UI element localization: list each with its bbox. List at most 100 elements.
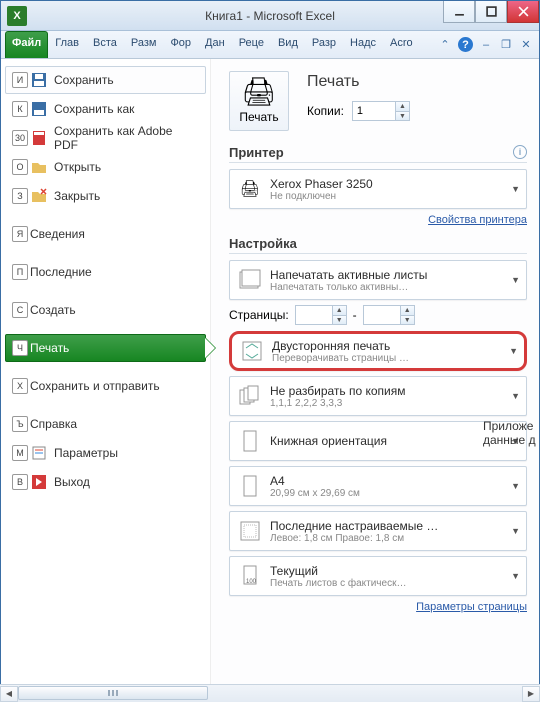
open-icon: [30, 159, 48, 175]
spin-up-icon[interactable]: ▲: [395, 102, 409, 111]
menu-label: Сохранить: [54, 73, 114, 87]
margins-dropdown[interactable]: Последние настраиваемые … Левое: 1,8 см …: [229, 511, 527, 551]
menu-options[interactable]: М Параметры: [5, 439, 206, 467]
printer-dropdown[interactable]: 🖨 Xerox Phaser 3250 Не подключен ▼: [229, 169, 527, 209]
tab-data[interactable]: Дан: [198, 31, 232, 58]
tab-layout[interactable]: Разм: [124, 31, 164, 58]
dd-sub: 20,99 см x 29,69 см: [270, 488, 507, 499]
copies-spinner[interactable]: ▲ ▼: [352, 101, 410, 121]
scroll-left-button[interactable]: ◀: [0, 686, 18, 702]
doc-minimize-icon[interactable]: –: [479, 38, 493, 52]
print-button[interactable]: 🖨 Печать: [229, 71, 289, 131]
duplex-dropdown[interactable]: Двусторонняя печать Переворачивать стран…: [229, 331, 527, 371]
key-hint: С: [12, 302, 28, 318]
saveas-icon: [30, 101, 48, 117]
doc-restore-icon[interactable]: ❐: [499, 38, 513, 52]
margins-icon: [236, 516, 264, 546]
portrait-icon: [236, 426, 264, 456]
tab-addins[interactable]: Надс: [343, 31, 383, 58]
duplex-icon: [238, 336, 266, 366]
exit-icon: [30, 474, 48, 490]
chevron-down-icon: ▼: [507, 184, 520, 194]
spin-up-icon[interactable]: ▲: [332, 306, 346, 315]
scroll-track[interactable]: [18, 686, 522, 702]
maximize-button[interactable]: [475, 1, 507, 23]
tab-acrobat[interactable]: Acro: [383, 31, 420, 58]
menu-open[interactable]: О Открыть: [5, 153, 206, 181]
menu-label: Сохранить как Adobe PDF: [54, 124, 199, 152]
chevron-down-icon: ▼: [507, 571, 520, 581]
close-button[interactable]: [507, 1, 539, 23]
page-from-spinner[interactable]: ▲▼: [295, 305, 347, 325]
horizontal-scrollbar[interactable]: ◀ ▶: [0, 684, 540, 702]
key-hint: Х: [12, 378, 28, 394]
key-hint: М: [12, 445, 28, 461]
menu-save[interactable]: И Сохранить: [5, 66, 206, 94]
tab-insert[interactable]: Вста: [86, 31, 124, 58]
key-hint: Ч: [12, 340, 28, 356]
scroll-thumb[interactable]: [18, 686, 208, 700]
ribbon-minimize-icon[interactable]: ⌃: [438, 38, 452, 52]
key-hint: Я: [12, 226, 28, 242]
menu-label: Печать: [30, 341, 69, 355]
info-icon[interactable]: i: [513, 145, 527, 159]
print-title: Печать: [307, 73, 410, 91]
pdf-icon: [30, 130, 48, 146]
tab-view[interactable]: Вид: [271, 31, 305, 58]
printer-properties-link[interactable]: Свойства принтера: [229, 214, 527, 226]
printer-status: Не подключен: [270, 191, 507, 202]
menu-close[interactable]: З Закрыть: [5, 182, 206, 210]
menu-new[interactable]: С Создать: [5, 296, 206, 324]
key-hint: К: [12, 101, 28, 117]
menu-help[interactable]: Ъ Справка: [5, 410, 206, 438]
scaling-dropdown[interactable]: 100 Текущий Печать листов с фактическ… ▼: [229, 556, 527, 596]
papersize-dropdown[interactable]: A4 20,99 см x 29,69 см ▼: [229, 466, 527, 506]
spin-up-icon[interactable]: ▲: [400, 306, 414, 315]
spin-down-icon[interactable]: ▼: [400, 315, 414, 324]
scaling-icon: 100: [236, 561, 264, 591]
help-icon[interactable]: ?: [458, 37, 473, 52]
key-hint: 30: [12, 130, 28, 146]
dd-label: Последние настраиваемые …: [270, 519, 507, 533]
menu-share[interactable]: Х Сохранить и отправить: [5, 372, 206, 400]
sheets-icon: [236, 265, 264, 295]
menu-info[interactable]: Я Сведения: [5, 220, 206, 248]
tab-developer[interactable]: Разр: [305, 31, 343, 58]
sheets-dropdown[interactable]: Напечатать активные листы Напечатать тол…: [229, 260, 527, 300]
menu-label: Сведения: [30, 227, 85, 241]
page-icon: [236, 471, 264, 501]
dd-label: Напечатать активные листы: [270, 268, 507, 282]
tab-home[interactable]: Глав: [48, 31, 86, 58]
page-from-input[interactable]: [296, 306, 332, 324]
spin-down-icon[interactable]: ▼: [332, 315, 346, 324]
page-to-input[interactable]: [364, 306, 400, 324]
minimize-button[interactable]: [443, 1, 475, 23]
page-setup-link[interactable]: Параметры страницы: [229, 601, 527, 613]
copies-input[interactable]: [353, 102, 395, 120]
titlebar: X Книга1 - Microsoft Excel: [1, 1, 539, 31]
doc-close-icon[interactable]: ✕: [519, 38, 533, 52]
menu-exit[interactable]: В Выход: [5, 468, 206, 496]
preview-clipped-text: Приложе данные д: [483, 419, 539, 447]
chevron-down-icon: ▼: [505, 346, 518, 356]
spin-down-icon[interactable]: ▼: [395, 111, 409, 120]
backstage-menu: И Сохранить К Сохранить как 30 Сохранить…: [1, 59, 211, 701]
chevron-down-icon: ▼: [507, 526, 520, 536]
tab-formulas[interactable]: Фор: [163, 31, 198, 58]
page-to-spinner[interactable]: ▲▼: [363, 305, 415, 325]
app-window: X Книга1 - Microsoft Excel Файл Глав Вст…: [0, 0, 540, 702]
collate-dropdown[interactable]: Не разбирать по копиям 1,1,1 2,2,2 3,3,3…: [229, 376, 527, 416]
menu-saveas[interactable]: К Сохранить как: [5, 95, 206, 123]
menu-recent[interactable]: П Последние: [5, 258, 206, 286]
key-hint: В: [12, 474, 28, 490]
menu-print[interactable]: Ч Печать: [5, 334, 206, 362]
tab-review[interactable]: Реце: [232, 31, 271, 58]
menu-label: Сохранить как: [54, 102, 134, 116]
collate-icon: [236, 381, 264, 411]
scroll-right-button[interactable]: ▶: [522, 686, 540, 702]
key-hint: Ъ: [12, 416, 28, 432]
dd-sub: 1,1,1 2,2,2 3,3,3: [270, 398, 507, 409]
tab-file[interactable]: Файл: [5, 31, 48, 58]
menu-savepdf[interactable]: 30 Сохранить как Adobe PDF: [5, 124, 206, 152]
menu-label: Последние: [30, 265, 92, 279]
